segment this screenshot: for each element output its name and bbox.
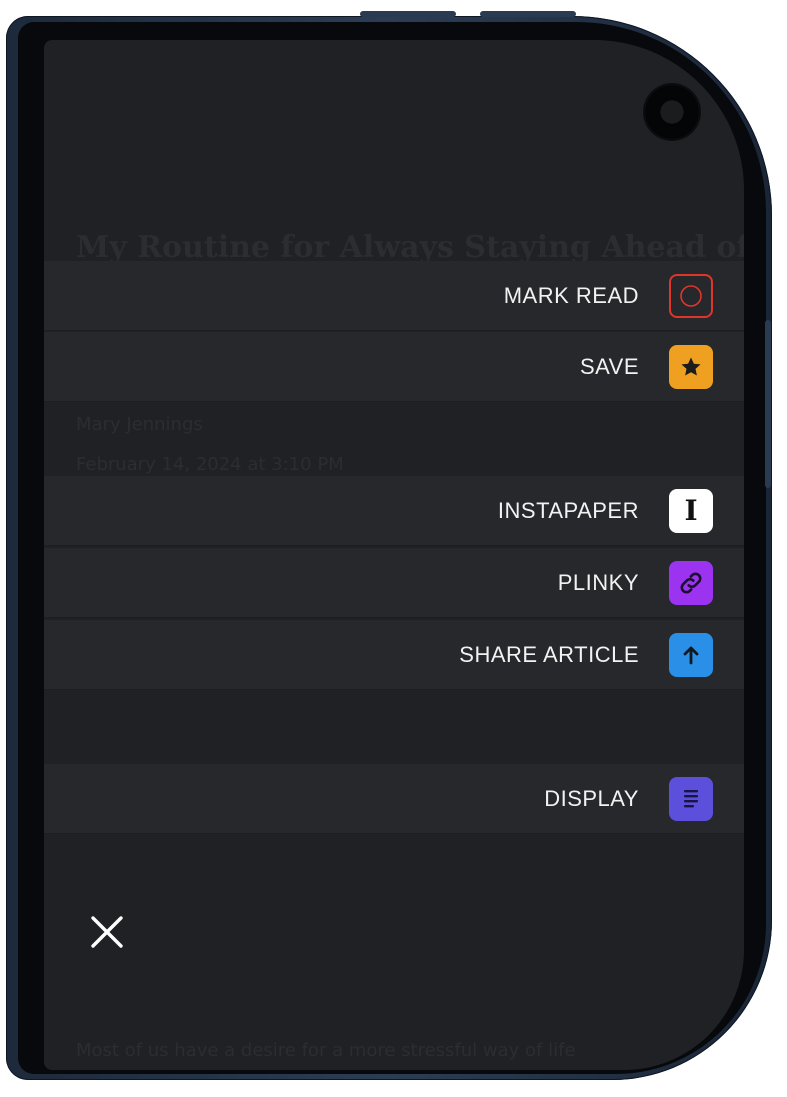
article-author: Mary Jennings xyxy=(76,414,203,435)
menu-item-label: SAVE xyxy=(579,354,639,379)
article-date: February 14, 2024 at 3:10 PM xyxy=(76,454,344,475)
text-lines-icon xyxy=(669,777,713,821)
circle-icon xyxy=(669,274,713,318)
close-icon xyxy=(91,916,123,948)
menu-item-mark-read[interactable]: MARK READ xyxy=(44,261,744,331)
menu-item-share-article[interactable]: SHARE ARTICLE xyxy=(44,620,744,690)
menu-item-label: SHARE ARTICLE xyxy=(459,642,639,667)
front-camera xyxy=(645,85,699,139)
article-excerpt: Most of us have a desire for a more stre… xyxy=(76,1040,576,1061)
menu-item-label: PLINKY xyxy=(557,570,639,595)
menu-item-display[interactable]: DISPLAY xyxy=(44,764,744,834)
power-button xyxy=(480,11,576,17)
link-icon xyxy=(669,561,713,605)
menu-item-label: DISPLAY xyxy=(544,786,639,811)
instapaper-glyph: I xyxy=(684,494,698,527)
side-button xyxy=(765,320,771,488)
menu-item-label: INSTAPAPER xyxy=(497,498,639,523)
article-title: My Routine for Always Staying Ahead of M… xyxy=(76,230,744,265)
volume-button xyxy=(360,11,456,17)
instapaper-icon: I xyxy=(669,489,713,533)
menu-item-save[interactable]: SAVE xyxy=(44,332,744,402)
menu-item-label: MARK READ xyxy=(503,283,639,308)
menu-item-plinky[interactable]: PLINKY xyxy=(44,548,744,618)
star-icon xyxy=(669,345,713,389)
screen: My Routine for Always Staying Ahead of M… xyxy=(44,40,744,1070)
close-button[interactable] xyxy=(90,915,124,949)
menu-item-instapaper[interactable]: INSTAPAPER I xyxy=(44,476,744,546)
arrow-up-icon xyxy=(669,633,713,677)
